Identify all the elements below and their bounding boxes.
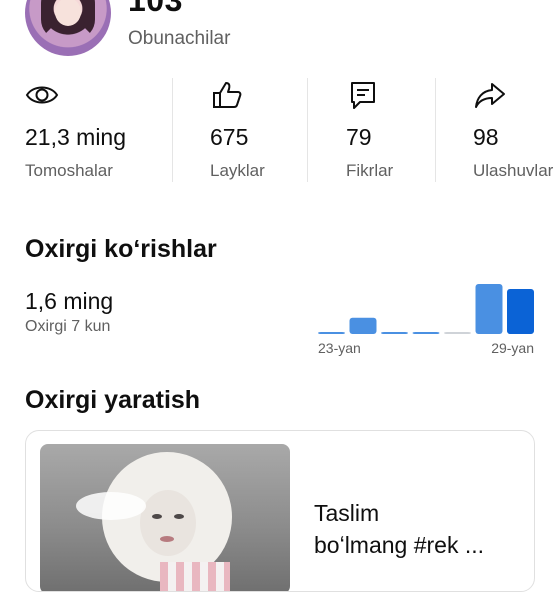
thumbnail-smoke — [76, 492, 146, 520]
divider — [435, 78, 436, 182]
eye-icon — [25, 86, 59, 104]
divider — [307, 78, 308, 182]
share-icon — [475, 83, 505, 108]
stat-comments-label: Fikrlar — [346, 161, 394, 180]
chart-bar[interactable] — [507, 289, 534, 334]
stats-row: 21,3 ming Tomoshalar 675 Layklar 79 Fikr… — [0, 72, 560, 184]
video-title[interactable]: Taslim boʻlmang #rek ... — [314, 497, 519, 561]
chart-bar[interactable] — [412, 332, 440, 334]
chart-bar[interactable] — [349, 317, 377, 334]
recent-views-chart[interactable]: 23-yan 29-yan — [312, 278, 542, 362]
video-thumbnail[interactable] — [40, 444, 290, 591]
thumbnail-lips — [160, 536, 174, 542]
thumbnail-eye — [152, 514, 162, 519]
thumbnail-face — [140, 490, 196, 556]
recent-views-title: Oxirgi koʻrishlar — [25, 235, 217, 263]
channel-avatar[interactable] — [25, 0, 111, 56]
stat-likes-label: Layklar — [210, 161, 265, 180]
stat-shares-value: 98 — [473, 124, 499, 150]
recent-creation-title: Oxirgi yaratish — [25, 386, 201, 414]
latest-video-card[interactable]: Taslim boʻlmang #rek ... — [25, 430, 535, 592]
divider — [172, 78, 173, 182]
chart-bar[interactable] — [318, 332, 345, 334]
stat-shares-label: Ulashuvlar — [473, 161, 554, 180]
recent-views-period: Oxirgi 7 kun — [25, 318, 111, 335]
stat-views-label: Tomoshalar — [25, 161, 113, 180]
chart-bar[interactable] — [475, 284, 503, 334]
thumbs-up-icon — [213, 82, 242, 108]
recent-views-value: 1,6 ming — [25, 288, 114, 314]
chart-bar[interactable] — [381, 332, 408, 334]
chart-tick-label: 29-yan — [491, 340, 534, 356]
chart-bar[interactable] — [444, 332, 471, 334]
thumbnail-eye — [174, 514, 184, 519]
thumbnail-clothing — [160, 562, 230, 591]
stat-comments-value: 79 — [346, 124, 372, 150]
chart-tick-label: 23-yan — [318, 340, 361, 356]
stat-views-value: 21,3 ming — [25, 124, 127, 150]
stat-likes-value: 675 — [210, 124, 249, 150]
comment-icon — [351, 82, 375, 109]
subscriber-count: 103 — [128, 0, 183, 18]
subscriber-label: Obunachilar — [128, 28, 231, 49]
